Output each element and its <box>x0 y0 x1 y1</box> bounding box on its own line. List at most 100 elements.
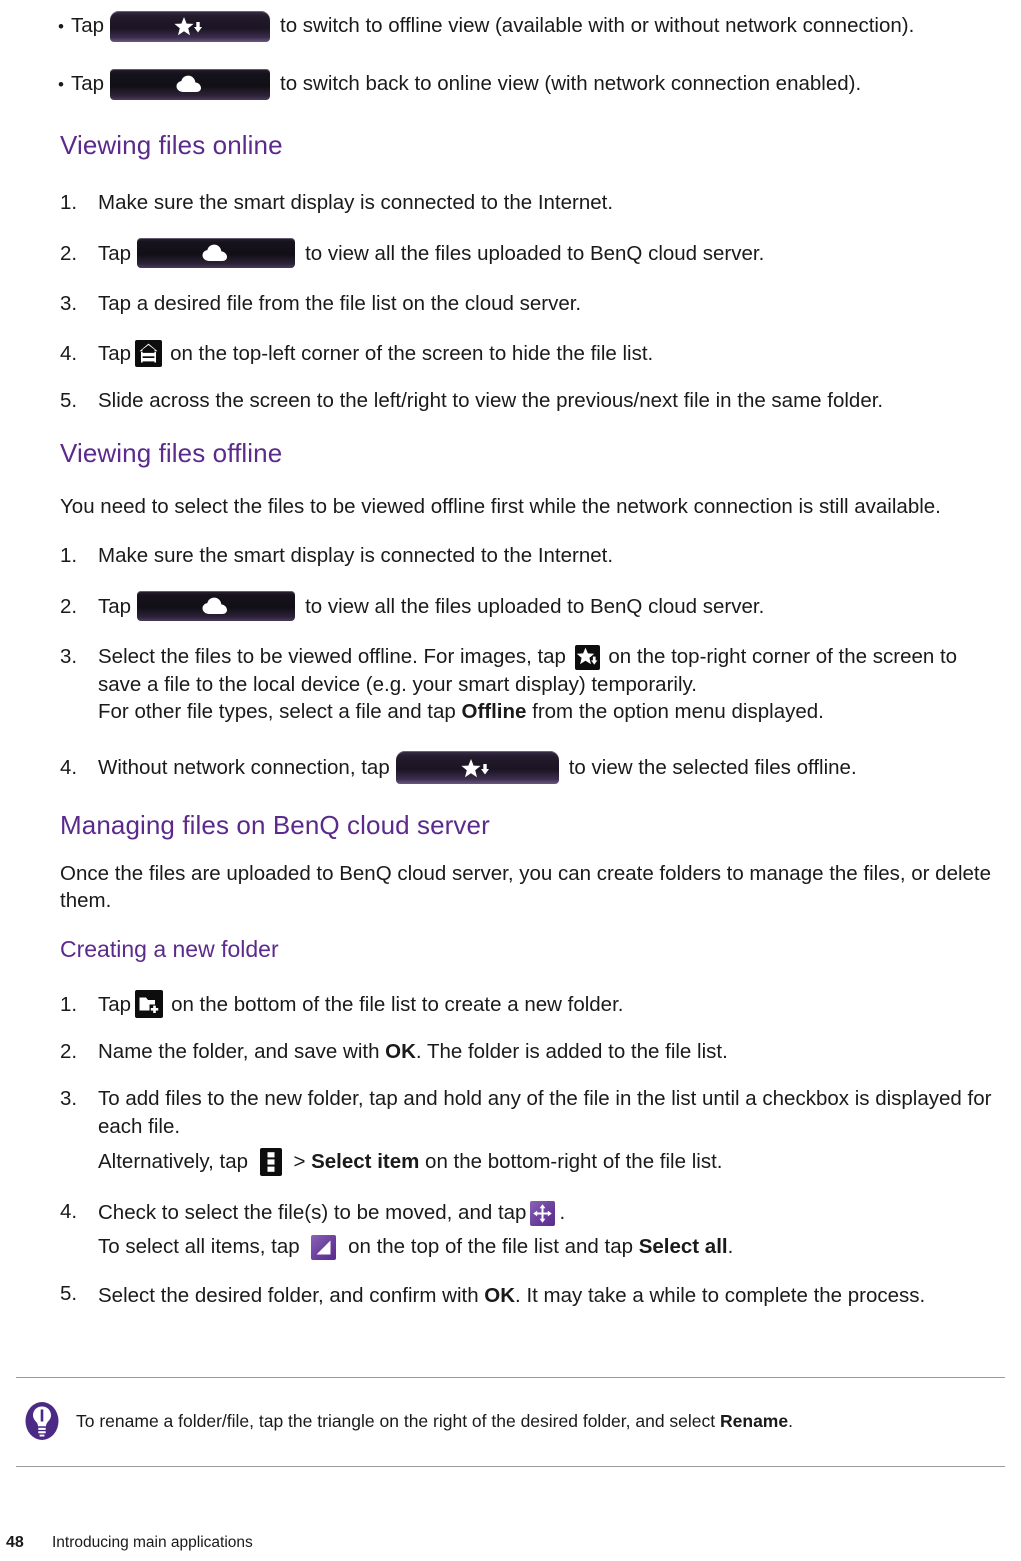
offline-view-button[interactable] <box>110 10 271 42</box>
step-text: Tap on the top-left corner of the screen… <box>98 339 1001 367</box>
step-pre-text: Select the desired folder, and confirm w… <box>98 1283 485 1307</box>
cloud-glyph <box>137 244 295 262</box>
step-text: Tap to view all the files uploaded to Be… <box>98 591 1001 622</box>
star-download-glyph <box>396 758 559 778</box>
step-line2-mid: > <box>293 1149 312 1173</box>
offline-view-button[interactable] <box>395 751 559 785</box>
note-post-text: . <box>788 1410 793 1431</box>
step-number: 1. <box>60 544 78 568</box>
subheading-creating-new-folder: Creating a new folder <box>60 936 279 963</box>
bullet-marker: • <box>58 74 64 94</box>
step-text: Select the files to be viewed offline. F… <box>98 643 1001 725</box>
list-item: 2. Tap to view all the files uploaded to… <box>0 591 1021 622</box>
step-number: 4. <box>60 755 78 779</box>
bullet-marker: • <box>58 16 64 36</box>
step-line2-post: on the bottom-right of the file list. <box>419 1149 723 1173</box>
step-number: 5. <box>60 1281 78 1305</box>
step-line2-mid: on the top of the file list and tap <box>348 1234 639 1258</box>
step-lead-text: Tap <box>98 341 132 365</box>
cloud-glyph <box>137 597 295 615</box>
list-item: 3. To add files to the new folder, tap a… <box>0 1085 1021 1177</box>
step-number: 2. <box>60 594 78 618</box>
step-text: Name the folder, and save with OK. The f… <box>98 1038 1001 1065</box>
list-item: 2. Tap to view all the files uploaded to… <box>0 238 1021 269</box>
overflow-menu-icon[interactable] <box>259 1148 282 1177</box>
bullet-tail-text: to switch back to online view (with netw… <box>280 72 862 96</box>
step-secondary-line: Alternatively, tap > Select item on the … <box>98 1148 1001 1177</box>
step-text: To add files to the new folder, tap and … <box>98 1085 1001 1177</box>
step-line1: Check to select the file(s) to be moved,… <box>98 1199 565 1226</box>
list-item: 4. Tap on the top-left corner of the scr… <box>0 339 1021 367</box>
step-text: Tap to view all the files uploaded to Be… <box>98 238 1001 269</box>
step-post-text: . It may take a while to complete the pr… <box>515 1283 926 1307</box>
step-tail-text: to view all the files uploaded to BenQ c… <box>305 241 765 265</box>
online-view-button[interactable] <box>110 68 271 100</box>
list-item: 4. Check to select the file(s) to be mov… <box>0 1198 1021 1260</box>
step-post-text: . The folder is added to the file list. <box>415 1040 728 1064</box>
note-bottom-divider <box>16 1466 1005 1467</box>
list-item: 5. Slide across the screen to the left/r… <box>0 387 1021 414</box>
heading-viewing-files-offline: Viewing files offline <box>60 438 283 468</box>
step-secondary-line: To select all items, tap on the top of t… <box>98 1233 1001 1260</box>
step-number: 3. <box>60 1087 78 1111</box>
list-item: 2. Name the folder, and save with OK. Th… <box>0 1038 1021 1065</box>
hide-file-list-icon[interactable] <box>135 339 163 367</box>
note-text: To rename a folder/file, tap the triangl… <box>76 1410 793 1433</box>
step-lead-text: Check to select the file(s) to be moved,… <box>98 1201 527 1225</box>
step-line2-pre: To select all items, tap <box>98 1234 300 1258</box>
list-item: 4. Without network connection, tap to vi… <box>0 751 1021 785</box>
bullet-online-view: • Tap to switch back to online view (wit… <box>0 60 1021 108</box>
step-lead-text: Without network connection, tap <box>98 755 390 779</box>
step-primary-text: To add files to the new folder, tap and … <box>98 1087 992 1138</box>
step-tail-text: on the top-left corner of the screen to … <box>170 341 654 365</box>
document-page: • Tap to switch to offline view (availab… <box>0 0 1021 1561</box>
step-text: Make sure the smart display is connected… <box>98 544 614 568</box>
step-number: 1. <box>60 992 78 1016</box>
step-number: 2. <box>60 1040 78 1064</box>
list-item: 1. Tap on the bottom of the file list to… <box>0 990 1021 1019</box>
new-folder-icon[interactable] <box>135 990 164 1019</box>
page-number: 48 <box>6 1534 24 1551</box>
step-number: 5. <box>60 388 78 412</box>
step-text: Tap a desired file from the file list on… <box>98 292 582 316</box>
heading-managing-files: Managing files on BenQ cloud server <box>60 810 490 841</box>
heading-viewing-files-online: Viewing files online <box>60 130 283 160</box>
list-item: 5. Select the desired folder, and confir… <box>0 1280 1021 1312</box>
step-line2-pre: Alternatively, tap <box>98 1149 249 1173</box>
step-tail-text: to view the selected files offline. <box>568 755 857 779</box>
step-secondary-line: For other file types, select a file and … <box>98 698 1001 725</box>
star-download-icon[interactable] <box>574 645 600 671</box>
bullet-lead-text: Tap <box>70 14 105 38</box>
cloud-button[interactable] <box>137 591 296 622</box>
step-text: Check to select the file(s) to be moved,… <box>98 1198 1001 1260</box>
cloud-button[interactable] <box>137 238 296 269</box>
step-text: Slide across the screen to the left/righ… <box>98 388 884 412</box>
step-number: 1. <box>60 191 78 214</box>
step-text: Make sure the smart display is connected… <box>98 191 614 214</box>
list-item: 1. Make sure the smart display is connec… <box>0 189 1021 216</box>
bullet-offline-view: • Tap to switch to offline view (availab… <box>0 2 1021 50</box>
step-lead-text: Tap <box>98 594 132 618</box>
list-item: 1. Make sure the smart display is connec… <box>0 542 1021 569</box>
step-line2-bold: Select item <box>311 1149 420 1173</box>
bullet-tail-text: to switch to offline view (available wit… <box>280 14 915 38</box>
step-number: 3. <box>60 645 78 669</box>
step-text: Tap on the bottom of the file list to cr… <box>98 990 1001 1019</box>
step-tail-text: on the bottom of the file list to create… <box>171 992 624 1016</box>
step-tail-text: to view all the files uploaded to BenQ c… <box>305 594 765 618</box>
tip-note: To rename a folder/file, tap the triangl… <box>0 1377 1021 1467</box>
step-number: 2. <box>60 241 78 265</box>
note-body: To rename a folder/file, tap the triangl… <box>0 1378 1021 1466</box>
step-line2-post: from the option menu displayed. <box>526 699 824 723</box>
step-lead-text: Tap <box>98 992 132 1016</box>
step-lead-text: Select the files to be viewed offline. F… <box>98 645 566 669</box>
select-all-triangle-icon[interactable] <box>311 1234 337 1260</box>
managing-files-intro: Once the files are uploaded to BenQ clou… <box>60 862 992 913</box>
note-bold-text: Rename <box>720 1410 789 1431</box>
move-icon[interactable] <box>530 1200 556 1226</box>
step-number: 3. <box>60 292 78 316</box>
step-pre-text: Name the folder, and save with <box>98 1040 386 1064</box>
step-lead-text: Tap <box>98 241 132 265</box>
page-content: • Tap to switch to offline view (availab… <box>0 0 1021 1312</box>
steps-viewing-files-online: 1. Make sure the smart display is connec… <box>0 189 1021 414</box>
